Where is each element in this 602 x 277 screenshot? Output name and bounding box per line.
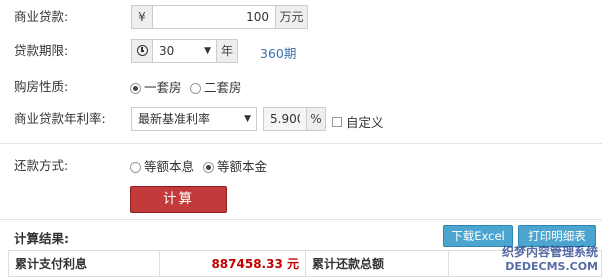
radio-unchecked-icon [190,82,201,94]
interest-rate-unit: % [306,107,326,131]
loan-term-months: 360期 [260,46,297,61]
dropdown-arrow-icon: ▼ [204,46,211,56]
interest-rate-select[interactable]: 最新基准利率 ▼ [131,107,257,131]
loan-amount-label: 商业贷款: [14,9,69,24]
radio-label: 等额本金 [217,159,268,174]
loan-amount-input[interactable] [152,5,276,29]
radio-unchecked-icon [130,161,141,173]
radio-label: 二套房 [204,80,242,95]
dropdown-arrow-icon: ▼ [244,114,251,124]
total-interest-label: 累计支付利息 [9,251,160,276]
interest-rate-selected: 最新基准利率 [138,112,211,126]
checkbox-icon [332,116,342,127]
repayment-equal-installment-radio[interactable]: 等额本息 [130,159,194,175]
radio-checked-icon [203,161,214,173]
section-divider [0,143,602,144]
interest-rate-label: 商业贷款年利率: [14,111,106,126]
interest-rate-input[interactable] [263,107,307,131]
custom-rate-label: 自定义 [346,115,384,130]
calculate-button[interactable]: 计算 [130,186,227,213]
clock-icon-addon [131,39,153,63]
radio-checked-icon [130,82,141,94]
property-type-label: 购房性质: [14,79,69,94]
property-type-second-radio[interactable]: 二套房 [190,80,242,96]
custom-rate-checkbox[interactable]: 自定义 [332,112,384,131]
radio-label: 等额本息 [144,159,195,174]
clock-icon [136,45,148,56]
loan-term-unit: 年 [216,39,238,63]
repayment-label: 还款方式: [14,158,69,173]
total-repayment-label: 累计还款总额 [306,251,449,276]
loan-term-select[interactable]: 30 ▼ [152,39,217,63]
results-title: 计算结果: [14,231,69,246]
section-divider [0,219,602,220]
watermark-text: 织梦内容管理系统 [501,245,598,259]
loan-term-selected: 30 [159,44,175,58]
property-type-first-radio[interactable]: 一套房 [130,80,182,96]
total-interest-value: 887458.33 元 [160,251,306,276]
currency-symbol: ¥ [131,5,153,29]
repayment-equal-principal-radio[interactable]: 等额本金 [203,159,267,175]
loan-amount-unit: 万元 [275,5,308,29]
radio-label: 一套房 [144,80,182,95]
watermark-url: DEDECMS.COM [505,260,598,273]
loan-term-label: 贷款期限: [14,43,69,58]
